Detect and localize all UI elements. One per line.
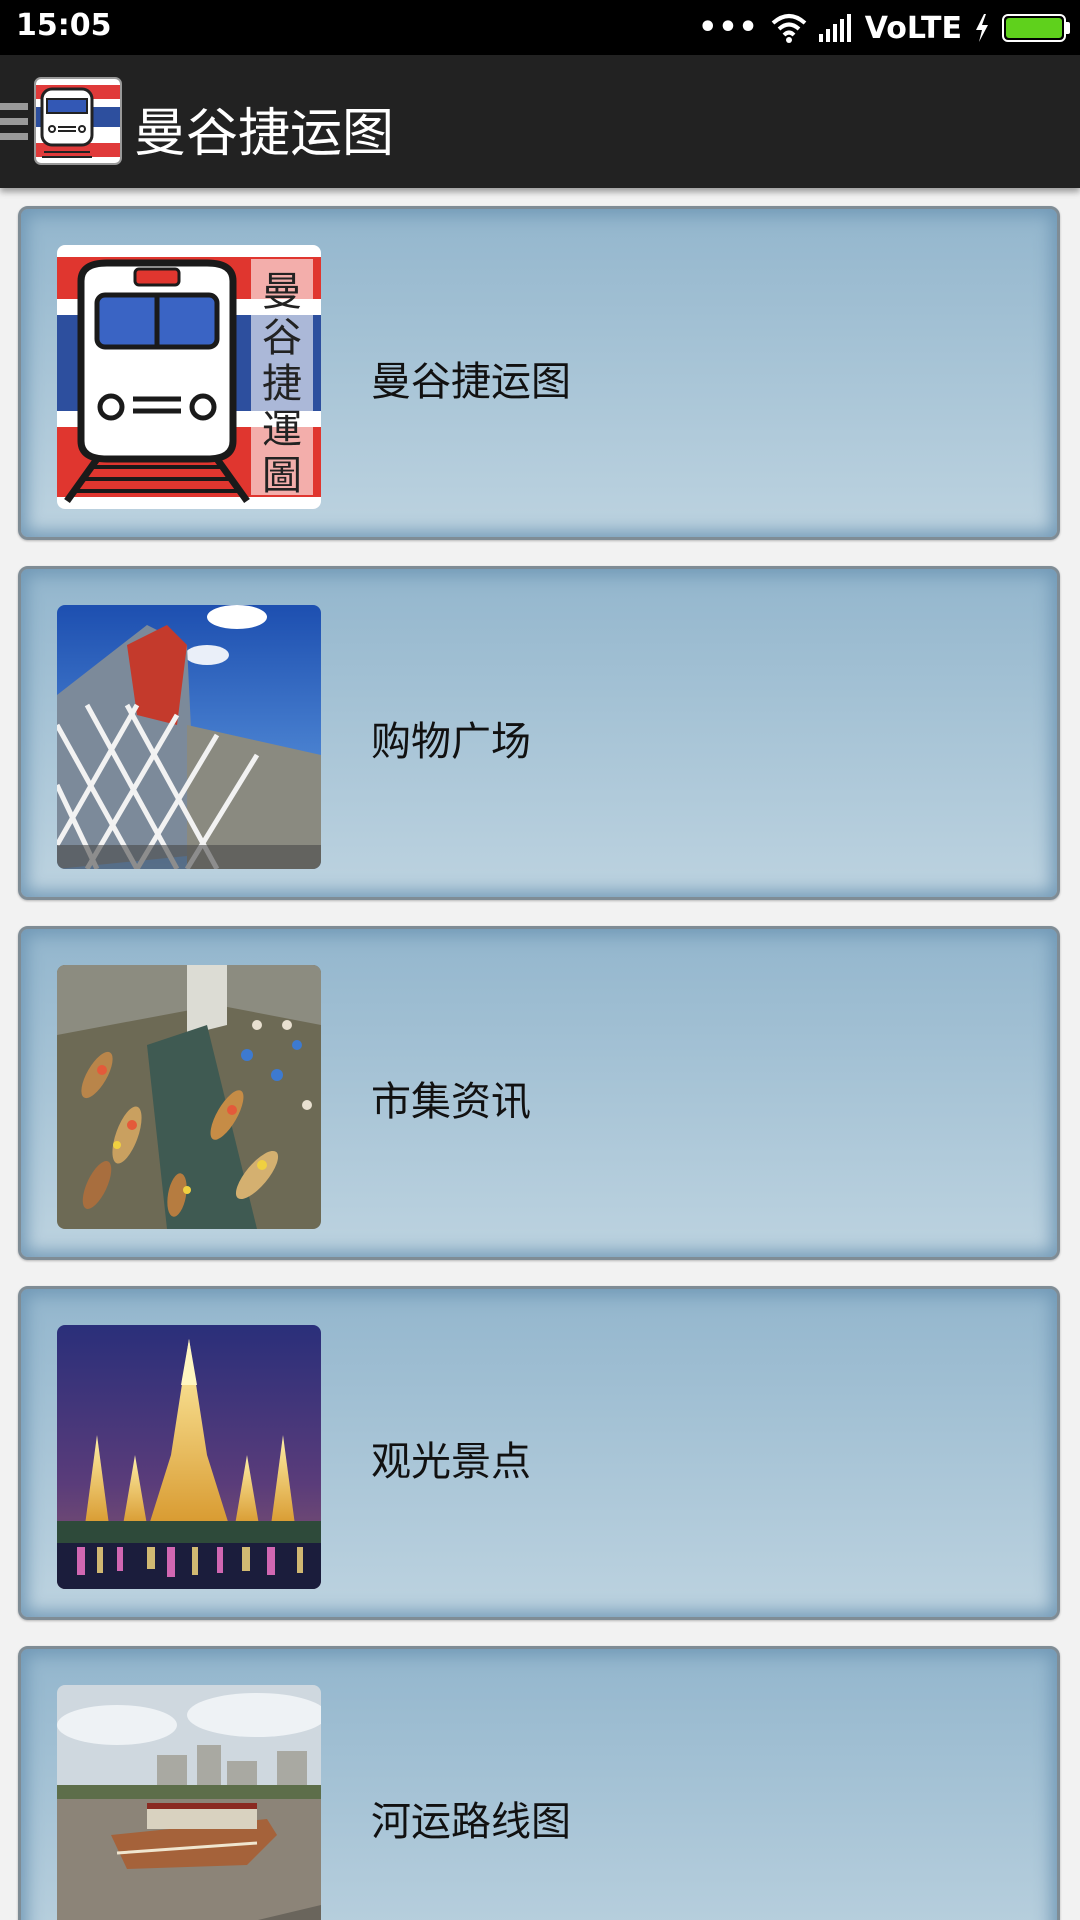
battery-fill — [1006, 18, 1062, 38]
status-time: 15:05 — [16, 8, 112, 43]
svg-text:運: 運 — [262, 407, 302, 453]
river-boat-image — [57, 1685, 321, 1920]
menu-list: 曼 谷 捷 運 圖 曼谷捷运图 购物广场 市集资讯 观光景点 河运路线图 — [0, 188, 1080, 1920]
list-item-label: 购物广场 — [371, 719, 531, 765]
list-item-metro-map[interactable]: 曼 谷 捷 運 圖 曼谷捷运图 — [18, 206, 1060, 540]
list-item-label: 市集资讯 — [371, 1079, 531, 1125]
app-bar: 曼谷捷运图 — [0, 55, 1080, 188]
shopping-mall-image — [57, 605, 321, 869]
more-notifications-icon: ••• — [698, 10, 759, 45]
temple-image — [57, 1325, 321, 1589]
floating-market-image — [57, 965, 321, 1229]
list-item-label: 河运路线图 — [371, 1799, 571, 1845]
list-item-label: 观光景点 — [371, 1439, 531, 1485]
svg-text:圖: 圖 — [262, 453, 302, 499]
svg-text:谷: 谷 — [262, 315, 302, 361]
status-bar: 15:05 ••• VoLTE — [0, 0, 1080, 55]
list-item-label: 曼谷捷运图 — [371, 359, 571, 405]
svg-text:曼: 曼 — [262, 269, 302, 315]
menu-icon[interactable] — [0, 103, 28, 141]
app-title: 曼谷捷运图 — [134, 104, 395, 164]
status-icons: ••• VoLTE — [698, 6, 1070, 50]
volte-indicator: VoLTE — [864, 10, 962, 46]
train-logo-icon: 曼 谷 捷 運 圖 — [57, 245, 321, 509]
signal-icon — [818, 14, 853, 42]
list-item-attractions[interactable]: 观光景点 — [18, 1286, 1060, 1620]
list-item-shopping[interactable]: 购物广场 — [18, 566, 1060, 900]
app-logo — [34, 77, 122, 165]
svg-text:捷: 捷 — [262, 361, 302, 407]
wifi-icon — [771, 13, 807, 43]
charging-icon — [974, 14, 990, 42]
list-item-river-routes[interactable]: 河运路线图 — [18, 1646, 1060, 1920]
battery-icon — [1002, 14, 1070, 42]
list-item-markets[interactable]: 市集资讯 — [18, 926, 1060, 1260]
